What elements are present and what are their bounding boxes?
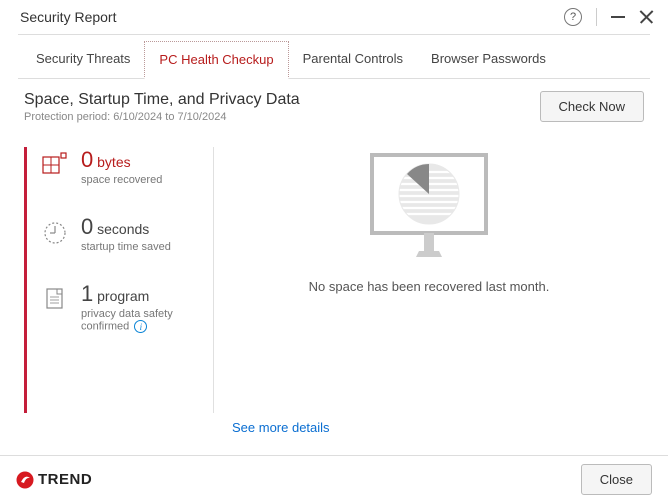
startup-label: startup time saved xyxy=(81,241,171,253)
window-title: Security Report xyxy=(20,9,564,25)
stat-space-recovered: 0 bytes space recovered xyxy=(41,147,213,186)
space-unit: bytes xyxy=(97,154,130,170)
help-icon[interactable]: ? xyxy=(564,8,582,26)
brand-text: TREND xyxy=(38,471,92,488)
startup-unit: seconds xyxy=(97,221,149,237)
space-value: 0 xyxy=(81,147,93,172)
see-more-details-link[interactable]: See more details xyxy=(232,420,330,435)
space-label: space recovered xyxy=(81,174,162,186)
divider xyxy=(18,34,650,35)
privacy-label: privacy data safety confirmed i xyxy=(81,308,213,333)
document-icon xyxy=(41,285,69,313)
page-title: Space, Startup Time, and Privacy Data xyxy=(24,91,540,109)
close-button[interactable]: Close xyxy=(581,464,652,495)
close-window-icon[interactable] xyxy=(639,10,654,25)
status-message: No space has been recovered last month. xyxy=(309,279,550,294)
tab-parental-controls[interactable]: Parental Controls xyxy=(289,41,417,79)
tab-security-threats[interactable]: Security Threats xyxy=(22,41,144,79)
stopwatch-icon xyxy=(41,218,69,246)
check-now-button[interactable]: Check Now xyxy=(540,91,644,122)
minimize-icon[interactable] xyxy=(611,16,625,18)
trend-logo-icon xyxy=(16,471,34,489)
startup-value: 0 xyxy=(81,214,93,239)
brand-logo: TREND xyxy=(16,471,92,489)
tab-browser-passwords[interactable]: Browser Passwords xyxy=(417,41,560,79)
stat-privacy: 1 program privacy data safety confirmed … xyxy=(41,281,213,333)
info-icon[interactable]: i xyxy=(134,320,147,333)
protection-period: Protection period: 6/10/2024 to 7/10/202… xyxy=(24,111,540,123)
monitor-chart-icon xyxy=(364,151,494,261)
disk-space-icon xyxy=(41,151,69,179)
tab-pc-health-checkup[interactable]: PC Health Checkup xyxy=(144,41,288,79)
stat-startup-time: 0 seconds startup time saved xyxy=(41,214,213,253)
divider xyxy=(596,8,597,26)
privacy-unit: program xyxy=(97,288,149,304)
privacy-value: 1 xyxy=(81,281,93,306)
